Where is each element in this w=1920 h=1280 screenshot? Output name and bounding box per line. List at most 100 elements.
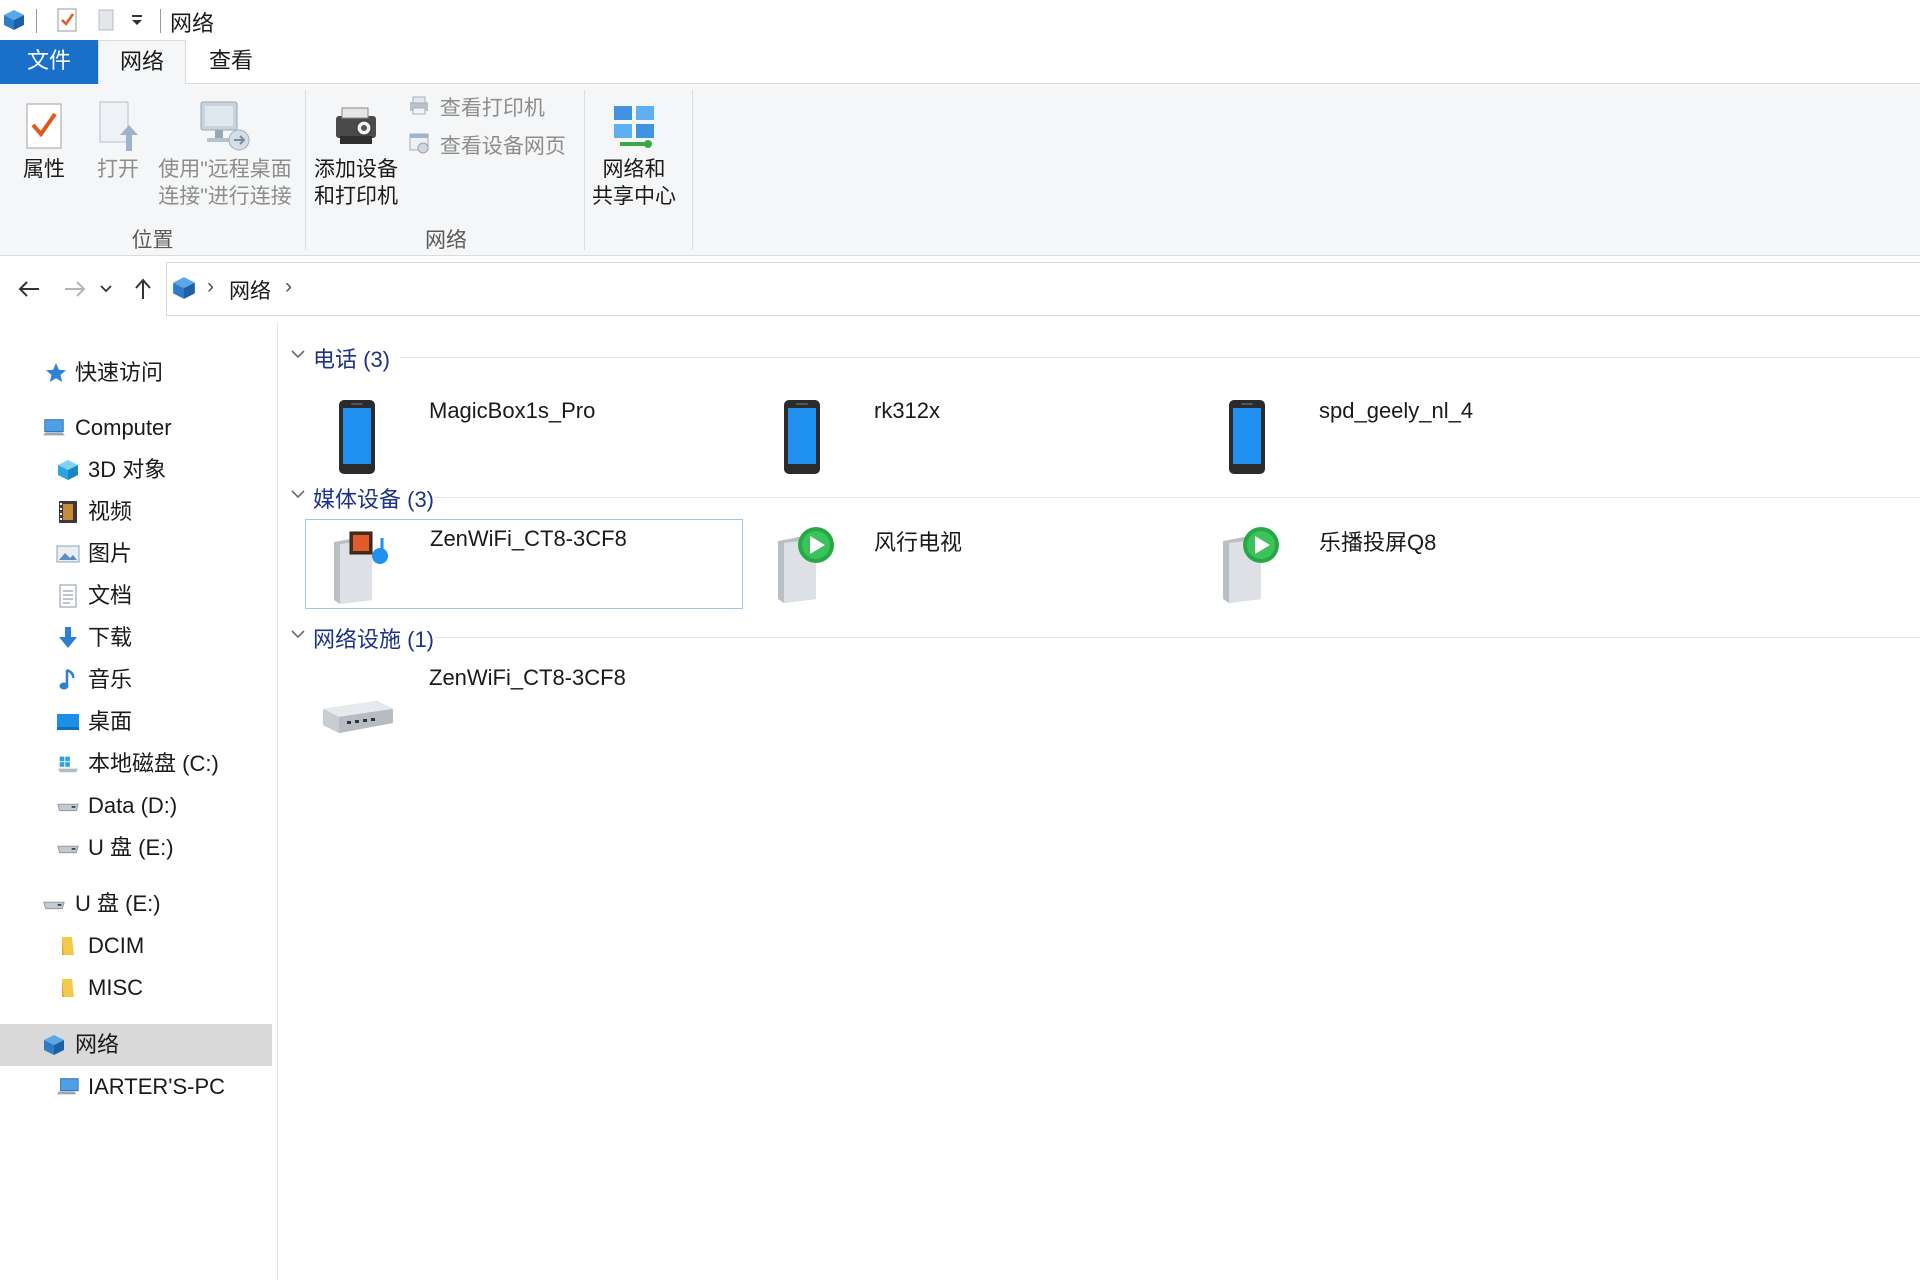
sidebar-item-label: 网络 (75, 1032, 120, 1057)
back-button[interactable] (12, 272, 46, 306)
sidebar-item-pictures[interactable]: 图片 (0, 533, 272, 575)
group-header-media-devices[interactable]: 媒体设备 (3) (280, 482, 1920, 512)
sidebar-item-label: MISC (88, 975, 143, 1000)
video-icon (56, 500, 80, 524)
add-device-button[interactable]: 添加设备 和打印机 (308, 96, 404, 210)
phone-icon (760, 398, 844, 478)
forward-arrow-icon (65, 281, 86, 297)
sidebar-item-computer[interactable]: Computer (0, 407, 272, 449)
desktop-icon (56, 710, 80, 734)
sidebar-item-usb-e[interactable]: U 盘 (E:) (0, 827, 272, 869)
sidebar-item-label: 3D 对象 (88, 457, 167, 482)
recent-locations-button[interactable] (94, 272, 118, 306)
device-tile-magicbox[interactable]: MagicBox1s_Pro (305, 392, 743, 482)
sidebar-item-label: 文档 (88, 583, 133, 608)
group-separator (692, 90, 693, 250)
qat-separator (160, 9, 161, 33)
sidebar-item-label: 下载 (88, 625, 133, 650)
sidebar-item-video[interactable]: 视频 (0, 491, 272, 533)
media-server-icon (316, 526, 400, 606)
phone-icon (315, 398, 399, 478)
sidebar-item-documents[interactable]: 文档 (0, 575, 272, 617)
sidebar-item-network[interactable]: 网络 (0, 1024, 272, 1066)
device-label: rk312x (874, 398, 941, 423)
back-arrow-icon (18, 281, 39, 297)
tab-view[interactable]: 查看 (196, 40, 266, 84)
group-header-network-infrastructure[interactable]: 网络设施 (1) (280, 622, 1920, 652)
properties-icon (12, 96, 76, 156)
document-icon (56, 584, 80, 608)
sidebar-item-3d-objects[interactable]: 3D 对象 (0, 449, 272, 491)
sidebar-item-local-disk-c[interactable]: 本地磁盘 (C:) (0, 743, 272, 785)
sidebar-item-label: 桌面 (88, 709, 133, 734)
sidebar-item-label: Computer (75, 415, 172, 440)
new-folder-icon[interactable] (96, 8, 116, 37)
view-device-webpage-button[interactable]: 查看设备网页 (408, 132, 566, 162)
picture-icon (56, 542, 80, 566)
usb-drive-icon (42, 892, 66, 916)
open-label: 打开 (97, 158, 139, 181)
folder-icon (56, 934, 80, 958)
download-icon (56, 626, 80, 650)
sidebar-item-label: 视频 (88, 499, 133, 524)
breadcrumb-separator-icon[interactable]: › (285, 275, 292, 299)
sidebar-item-usb-e-root[interactable]: U 盘 (E:) (0, 883, 272, 925)
qat-separator (36, 9, 37, 33)
forward-button[interactable] (58, 272, 92, 306)
sidebar-item-label: DCIM (88, 933, 145, 958)
device-tile-funshion-tv[interactable]: 风行电视 (750, 519, 1188, 609)
device-tile-zenwifi-router[interactable]: ZenWiFi_CT8-3CF8 (305, 659, 743, 749)
sidebar-item-downloads[interactable]: 下载 (0, 617, 272, 659)
network-sharing-center-button[interactable]: 网络和 共享中心 (588, 96, 680, 210)
device-label: spd_geely_nl_4 (1319, 398, 1474, 423)
group-divider (435, 637, 1920, 638)
up-button[interactable] (126, 272, 160, 306)
sidebar-item-music[interactable]: 音乐 (0, 659, 272, 701)
sidebar-item-dcim[interactable]: DCIM (0, 925, 272, 967)
network-sharing-center-icon (588, 96, 680, 156)
device-label: MagicBox1s_Pro (429, 398, 596, 423)
breadcrumb-network[interactable]: 网络 (229, 275, 271, 305)
properties-button[interactable]: 属性 (12, 96, 76, 183)
sidebar-item-quick-access[interactable]: 快速访问 (0, 352, 272, 394)
view-printers-label: 查看打印机 (439, 97, 545, 120)
sidebar-item-data-d[interactable]: Data (D:) (0, 785, 272, 827)
chevron-down-icon (291, 350, 305, 359)
breadcrumb-separator-icon[interactable]: › (207, 275, 214, 299)
device-tile-rk312x[interactable]: rk312x (750, 392, 1188, 482)
device-tile-spd-geely[interactable]: spd_geely_nl_4 (1195, 392, 1633, 482)
network-icon (42, 1033, 66, 1057)
remote-desktop-button[interactable]: 使用"远程桌面 连接"进行连接 (152, 96, 298, 210)
group-separator (584, 90, 585, 250)
sidebar-item-desktop[interactable]: 桌面 (0, 701, 272, 743)
chevron-down-icon (291, 490, 305, 499)
device-tile-zenwifi-media[interactable]: ZenWiFi_CT8-3CF8 (305, 519, 743, 609)
properties-icon[interactable] (56, 8, 78, 37)
group-title: 媒体设备 (3) (313, 487, 435, 512)
device-label: ZenWiFi_CT8-3CF8 (430, 526, 627, 551)
open-button[interactable]: 打开 (88, 96, 148, 183)
group-header-phones[interactable]: 电话 (3) (280, 342, 1920, 372)
sidebar-item-label: 音乐 (88, 667, 133, 692)
sidebar-item-iarters-pc[interactable]: IARTER'S-PC (0, 1066, 272, 1108)
windows-drive-icon (56, 752, 80, 776)
ribbon: 属性 打开 使用"远程桌面 连接"进行连接 位置 添加设备 和打印机 查看打印机… (0, 84, 1920, 256)
network-icon[interactable] (2, 8, 26, 37)
add-device-icon (308, 96, 404, 156)
tab-network[interactable]: 网络 (98, 40, 186, 85)
view-device-webpage-label: 查看设备网页 (439, 135, 566, 159)
usb-drive-icon (56, 836, 80, 860)
view-printers-button[interactable]: 查看打印机 (408, 94, 545, 124)
open-icon (88, 96, 148, 156)
printer-icon (408, 94, 434, 124)
address-bar[interactable]: › 网络 › (166, 262, 1920, 316)
tab-file[interactable]: 文件 (0, 40, 98, 84)
device-tile-lebo-q8[interactable]: 乐播投屏Q8 (1195, 519, 1633, 609)
network-sharing-center-label-line1: 网络和 (602, 158, 666, 181)
device-label: ZenWiFi_CT8-3CF8 (429, 665, 626, 690)
pc-icon (56, 1075, 80, 1099)
star-icon (44, 361, 68, 385)
sidebar-item-misc[interactable]: MISC (0, 967, 272, 1009)
customize-dropdown-icon[interactable] (130, 12, 144, 33)
remote-desktop-label-line1: 使用"远程桌面 (158, 158, 292, 181)
